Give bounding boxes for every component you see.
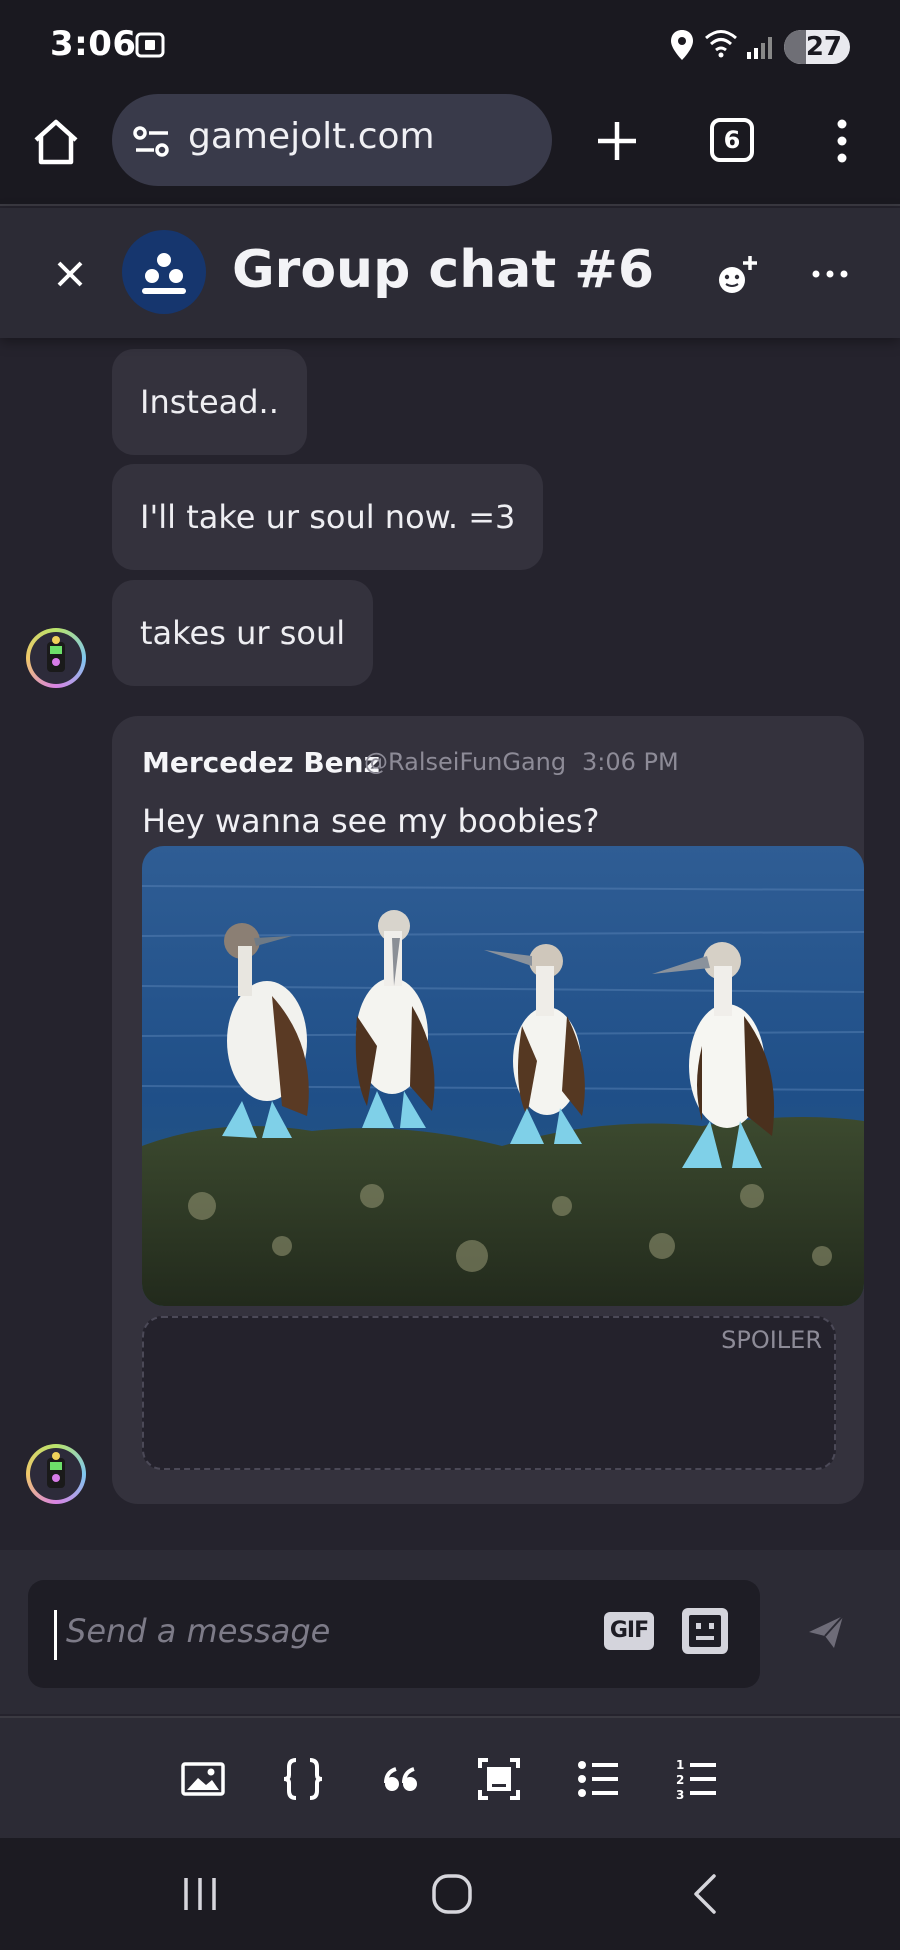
- url-text: gamejolt.com: [188, 116, 435, 157]
- author-name[interactable]: Mercedez Benz: [142, 746, 380, 779]
- message-input[interactable]: Send a message GIF: [28, 1580, 760, 1688]
- new-tab-icon[interactable]: [592, 116, 642, 166]
- battery-icon: 27: [784, 30, 850, 64]
- signal-icon: [747, 37, 772, 59]
- browser-toolbar: gamejolt.com 6: [0, 92, 900, 206]
- image-icon[interactable]: [178, 1754, 228, 1804]
- bullet-list-icon[interactable]: [574, 1754, 624, 1804]
- status-bar: 3:06 27: [0, 0, 900, 92]
- user-avatar[interactable]: [26, 628, 86, 688]
- recent-apps-icon[interactable]: [178, 1872, 222, 1916]
- avatar-image: [47, 636, 65, 672]
- svg-text:1: 1: [676, 1758, 684, 1772]
- message-text: Hey wanna see my boobies?: [142, 802, 600, 840]
- group-avatar: [122, 230, 206, 314]
- formatting-toolbar: 1 2 3: [0, 1716, 900, 1838]
- message-card[interactable]: Mercedez Benz @RalseiFunGang 3:06 PM Hey…: [112, 716, 864, 1504]
- chat-header: Group chat #6...: [0, 208, 900, 338]
- spoiler-block[interactable]: SPOILER: [142, 1316, 836, 1470]
- sticker-face: [689, 1615, 721, 1647]
- text-caret: [54, 1610, 57, 1660]
- send-icon[interactable]: [806, 1612, 846, 1652]
- message-bubble[interactable]: takes ur soul: [112, 580, 374, 686]
- status-time: 3:06: [50, 24, 137, 64]
- wifi-icon: [705, 30, 737, 58]
- group-icon: [142, 253, 186, 294]
- sticker-icon[interactable]: [682, 1608, 728, 1654]
- numbered-list-icon[interactable]: 1 2 3: [672, 1754, 722, 1804]
- message-composer: Send a message GIF: [0, 1550, 900, 1714]
- screenshot-icon: [135, 32, 165, 58]
- battery-level: 27: [805, 32, 842, 62]
- svg-text:3: 3: [676, 1788, 684, 1802]
- home-icon[interactable]: [30, 116, 82, 168]
- message-time: 3:06 PM: [582, 748, 679, 776]
- back-icon[interactable]: [684, 1872, 728, 1916]
- message-placeholder: Send a message: [66, 1612, 331, 1650]
- code-block-icon[interactable]: [278, 1754, 328, 1804]
- svg-text:2: 2: [676, 1773, 684, 1787]
- address-bar[interactable]: gamejolt.com: [112, 94, 552, 186]
- system-navigation-bar: [0, 1838, 900, 1950]
- birds-photo: [142, 846, 864, 1306]
- spoiler-label: SPOILER: [721, 1326, 822, 1354]
- message-bubble[interactable]: Instead..: [112, 349, 307, 455]
- avatar-image: [47, 1452, 65, 1488]
- browser-menu-icon[interactable]: [830, 116, 854, 166]
- message-bubble[interactable]: I'll take ur soul now. =3: [112, 464, 544, 570]
- user-avatar[interactable]: [26, 1444, 86, 1504]
- home-nav-icon[interactable]: [430, 1872, 474, 1916]
- spoiler-icon[interactable]: [474, 1754, 524, 1804]
- chat-title: Group chat #6...: [232, 240, 652, 300]
- add-member-icon[interactable]: [714, 252, 760, 298]
- tab-switcher-button[interactable]: 6: [710, 118, 754, 162]
- close-icon[interactable]: [50, 254, 90, 294]
- gif-button[interactable]: GIF: [604, 1612, 654, 1650]
- author-handle[interactable]: @RalseiFunGang: [364, 748, 566, 776]
- location-icon: [671, 30, 693, 60]
- message-image[interactable]: [142, 846, 864, 1306]
- site-settings-icon[interactable]: [132, 124, 172, 160]
- more-options-icon[interactable]: [810, 264, 850, 284]
- quote-icon[interactable]: [376, 1754, 426, 1804]
